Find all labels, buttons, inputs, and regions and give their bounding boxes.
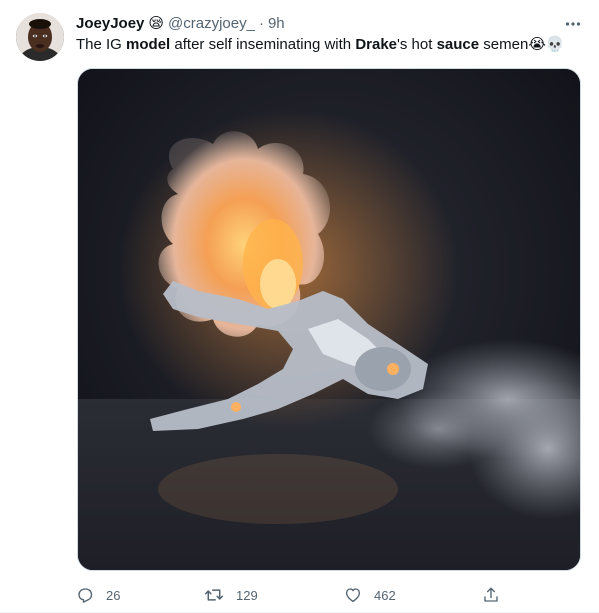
timestamp[interactable]: 9h <box>268 14 285 34</box>
retweet-button[interactable]: 129 <box>204 581 258 609</box>
more-options-button[interactable] <box>563 14 583 34</box>
tweet-text: The IG model after self inseminating wit… <box>76 35 584 55</box>
heart-icon <box>345 588 361 603</box>
share-button[interactable] <box>482 581 500 609</box>
like-button[interactable]: 462 <box>344 581 396 609</box>
tweet-media-gif[interactable] <box>77 68 581 571</box>
text-part: The IG <box>76 36 127 53</box>
user-handle[interactable]: @crazyjoey_ <box>168 14 255 34</box>
text-part: 's hot <box>397 36 437 53</box>
text-bold-drake: Drake <box>355 36 398 53</box>
retweet-count: 129 <box>236 587 258 603</box>
share-icon <box>484 587 498 602</box>
reply-count: 26 <box>106 587 121 603</box>
text-bold-model: model <box>126 36 171 53</box>
reply-button[interactable]: 26 <box>76 581 120 609</box>
media-image <box>78 69 580 570</box>
like-count: 462 <box>374 587 396 603</box>
avatar[interactable] <box>16 13 64 61</box>
name-emoji: 😪 <box>148 15 165 32</box>
text-bold-sauce: sauce <box>436 36 480 53</box>
tweet[interactable]: JoeyJoey 😪 @crazyjoey_ · 9h The IG model… <box>0 0 599 613</box>
text-emojis: 😭💀 <box>528 36 565 53</box>
separator-dot: · <box>258 15 264 32</box>
display-name[interactable]: JoeyJoey <box>76 14 144 34</box>
tweet-actions: 26 129 462 <box>76 581 506 609</box>
more-horizontal-icon <box>565 22 581 26</box>
retweet-icon <box>204 589 224 601</box>
reply-icon <box>78 588 93 603</box>
tweet-header: JoeyJoey 😪 @crazyjoey_ · 9h <box>76 14 285 34</box>
text-part: after self inseminating with <box>170 36 356 53</box>
text-part: semen <box>479 36 529 53</box>
